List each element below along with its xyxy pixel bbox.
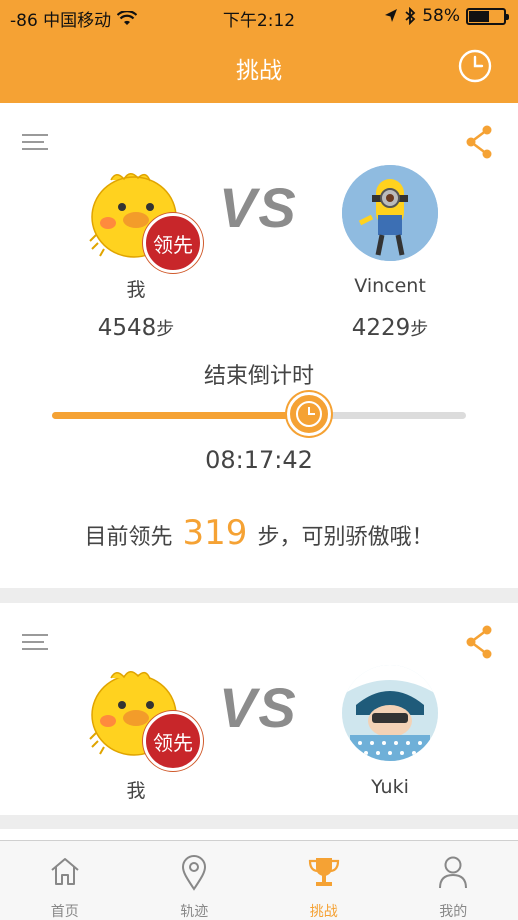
tab-track[interactable]: 轨迹 — [130, 841, 260, 920]
countdown-label: 结束倒计时 — [203, 364, 314, 389]
countdown-progress-track — [52, 412, 466, 419]
home-icon — [51, 858, 79, 885]
lead-badge: 领先 — [143, 213, 203, 273]
status-bar: -86 中国移动 下午2:12 58% — [0, 0, 518, 34]
tab-home[interactable]: 首页 — [0, 841, 130, 920]
location-arrow-icon — [385, 9, 398, 22]
clock-icon — [295, 401, 322, 427]
share-button[interactable] — [464, 625, 494, 659]
lead-steps: 319 — [182, 513, 248, 553]
page-title: 挑战 — [236, 58, 282, 84]
yuki-avatar-image — [342, 665, 438, 761]
minion-avatar-image — [342, 165, 438, 261]
opponent-name: Yuki — [371, 776, 409, 798]
my-steps-value: 4548 — [97, 315, 157, 341]
my-steps: 4548步 — [76, 315, 196, 341]
opponent-steps-value: 4229 — [351, 315, 411, 341]
person-icon — [439, 856, 468, 889]
bluetooth-icon — [405, 7, 416, 25]
opponent-avatar[interactable] — [342, 665, 438, 761]
history-clock-button[interactable] — [458, 49, 492, 83]
lead-message: 目前领先 319 步，可别骄傲哦！ — [0, 513, 518, 553]
top-bar: -86 中国移动 下午2:12 58% 挑战 — [0, 0, 518, 103]
share-button[interactable] — [464, 125, 494, 159]
opponent-name: Vincent — [354, 275, 426, 297]
my-steps-unit: 步 — [156, 319, 175, 340]
vs-label: VS — [219, 176, 298, 239]
time-remaining: 08:17:42 — [205, 446, 313, 474]
menu-button[interactable] — [22, 134, 50, 154]
my-name: 我 — [126, 780, 146, 802]
tab-bar: 首页 轨迹 挑战 我的 — [0, 840, 518, 920]
challenge-card: 领先 VS 我 Vincent 4548步 4229步 结束倒计时 08:17:… — [0, 103, 518, 588]
menu-button[interactable] — [22, 634, 50, 654]
tab-label: 轨迹 — [180, 904, 209, 920]
trophy-icon — [308, 858, 339, 886]
tab-label: 我的 — [439, 904, 468, 920]
my-name: 我 — [126, 279, 146, 301]
tab-label: 挑战 — [309, 904, 338, 920]
vs-label: VS — [219, 676, 298, 739]
challenge-card: 领先 VS 我 Yuki — [0, 603, 518, 815]
lead-suffix: 步，可别骄傲哦！ — [257, 525, 434, 550]
battery-icon — [466, 7, 509, 25]
opponent-steps-unit: 步 — [410, 319, 429, 340]
tab-label: 首页 — [50, 904, 79, 920]
tab-challenge[interactable]: 挑战 — [259, 841, 389, 920]
countdown-progress-knob — [286, 392, 331, 436]
opponent-avatar[interactable] — [342, 165, 438, 261]
opponent-steps: 4229步 — [330, 315, 450, 341]
tab-me[interactable]: 我的 — [389, 841, 518, 920]
location-pin-icon — [182, 855, 207, 891]
lead-prefix: 目前领先 — [84, 525, 173, 550]
battery-percent: 58% — [422, 6, 460, 26]
countdown-progress-fill — [52, 412, 309, 419]
lead-badge: 领先 — [143, 711, 203, 771]
